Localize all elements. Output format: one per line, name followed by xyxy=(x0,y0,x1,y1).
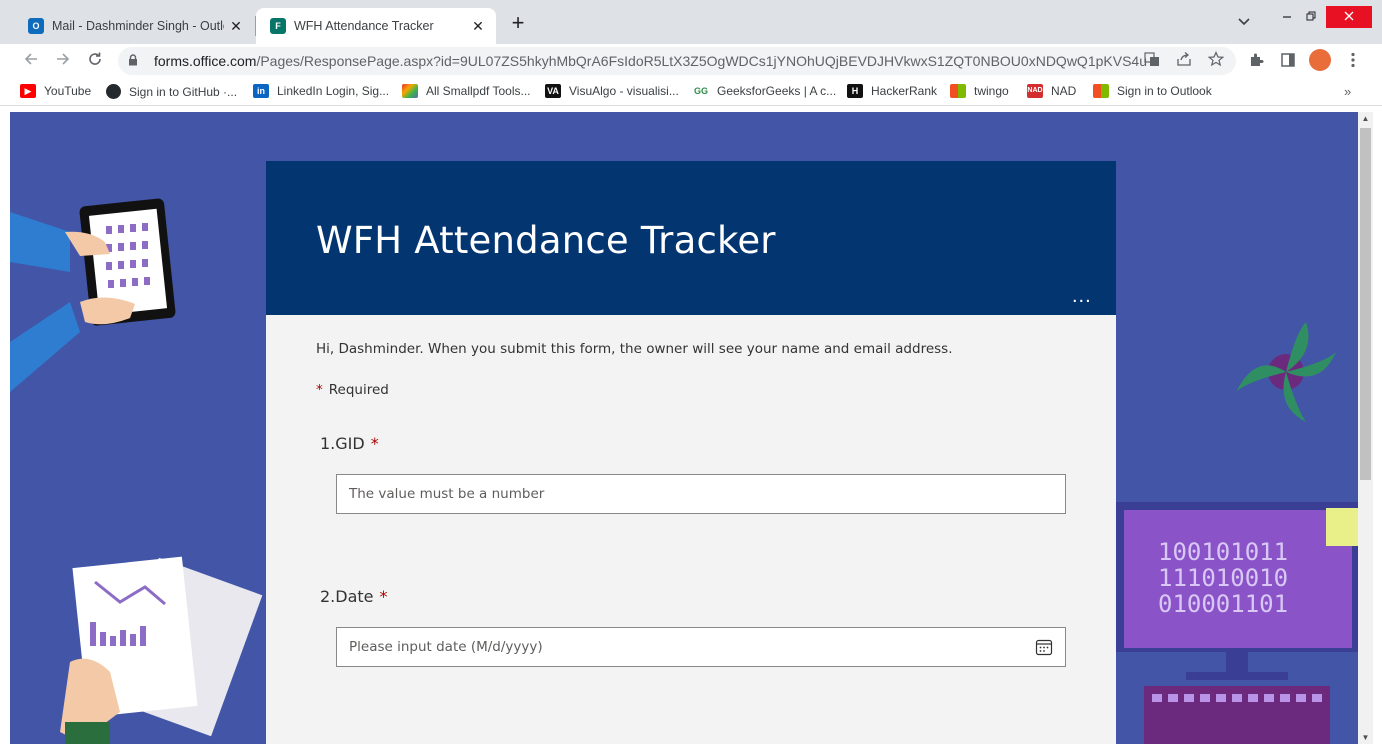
smallpdf-icon xyxy=(402,84,418,98)
bookmark-hackerrank[interactable]: H HackerRank xyxy=(847,84,937,98)
minimize-icon[interactable] xyxy=(1276,6,1298,28)
bookmark-label: LinkedIn Login, Sig... xyxy=(277,84,390,98)
gid-input[interactable]: The value must be a number xyxy=(336,474,1066,514)
nad-icon: NAD xyxy=(1027,84,1043,98)
question-title: GID xyxy=(335,434,365,453)
bookmark-geeksforgeeks[interactable]: GG GeeksforGeeks | A c... xyxy=(693,84,836,98)
svg-text:100101011: 100101011 xyxy=(1158,538,1288,566)
forms-icon: F xyxy=(270,18,286,34)
browser-toolbar: forms.office.com/Pages/ResponsePage.aspx… xyxy=(0,44,1382,78)
new-tab-button[interactable]: + xyxy=(506,12,530,36)
scroll-down-icon[interactable]: ▼ xyxy=(1358,733,1373,742)
required-star: * xyxy=(379,587,388,606)
bookmark-label: GeeksforGeeks | A c... xyxy=(717,84,837,98)
linkedin-icon: in xyxy=(253,84,269,98)
plant-illustration xyxy=(1236,322,1336,422)
bookmark-smallpdf[interactable]: All Smallpdf Tools... xyxy=(402,84,531,98)
calendar-icon[interactable] xyxy=(1035,638,1053,656)
bookmark-youtube[interactable]: ▶ YouTube xyxy=(20,84,91,98)
share-icon[interactable] xyxy=(1175,51,1193,69)
required-label: Required xyxy=(328,382,389,398)
microsoft-icon xyxy=(1093,84,1109,98)
bookmark-label: Sign in to Outlook xyxy=(1117,84,1212,98)
bookmark-label: twingo xyxy=(974,84,1009,98)
more-options-icon[interactable]: ... xyxy=(1072,285,1092,308)
url-text: forms.office.com/Pages/ResponsePage.aspx… xyxy=(154,53,1147,69)
tab-search-icon[interactable] xyxy=(1238,14,1250,29)
window-edge xyxy=(1373,112,1382,744)
form-header: WFH Attendance Tracker ... xyxy=(266,161,1116,315)
bookmark-label: Sign in to GitHub ·... xyxy=(129,84,238,99)
bookmark-linkedin[interactable]: in LinkedIn Login, Sig... xyxy=(253,84,389,98)
svg-text:010001101: 010001101 xyxy=(1158,590,1288,618)
tab-title: WFH Attendance Tracker xyxy=(294,19,434,33)
menu-kebab-icon[interactable] xyxy=(1343,52,1363,72)
bookmark-label: HackerRank xyxy=(871,84,938,98)
tab-mail[interactable]: O Mail - Dashminder Singh - Outlo ✕ xyxy=(14,8,254,44)
more-bookmarks-icon[interactable]: » xyxy=(1344,84,1351,99)
bookmark-visualgo[interactable]: VA VisuAlgo - visualisi... xyxy=(545,84,679,98)
monitor-illustration: 100101011 111010010 010001101 xyxy=(1116,502,1358,744)
close-window-icon[interactable] xyxy=(1326,6,1372,28)
hackerrank-icon: H xyxy=(847,84,863,98)
required-star: * xyxy=(316,382,323,398)
close-tab-icon[interactable]: ✕ xyxy=(224,18,248,35)
svg-text:111010010: 111010010 xyxy=(1158,564,1288,592)
question-title: Date xyxy=(335,587,374,606)
scrollbar-thumb[interactable] xyxy=(1360,128,1371,480)
extensions-icon[interactable] xyxy=(1246,52,1266,72)
bookmark-label: NAD xyxy=(1051,84,1077,98)
tab-strip: O Mail - Dashminder Singh - Outlo ✕ F WF… xyxy=(0,0,1382,44)
forward-arrow-icon[interactable] xyxy=(52,50,74,72)
tab-wfh-attendance[interactable]: F WFH Attendance Tracker ✕ xyxy=(256,8,496,44)
question-number: 2. xyxy=(320,587,336,606)
tablet-illustration xyxy=(10,198,176,392)
scroll-up-icon[interactable]: ▲ xyxy=(1358,114,1373,123)
form-intro: Hi, Dashminder. When you submit this for… xyxy=(316,341,953,357)
required-note: * Required xyxy=(316,382,389,398)
url-host: forms.office.com xyxy=(154,53,257,69)
bookmark-label: All Smallpdf Tools... xyxy=(426,84,531,98)
bookmark-star-icon[interactable] xyxy=(1207,51,1225,69)
github-icon xyxy=(106,84,121,99)
outlook-icon: O xyxy=(28,18,44,34)
question-number: 1. xyxy=(320,434,336,453)
question-1-label: 1.GID * xyxy=(320,434,385,453)
date-input-placeholder: Please input date (M/d/yyyy) xyxy=(349,639,543,655)
required-star: * xyxy=(370,434,379,453)
close-tab-icon[interactable]: ✕ xyxy=(466,18,490,35)
bookmark-outlook[interactable]: Sign in to Outlook xyxy=(1093,84,1212,98)
question-2-label: 2.Date * xyxy=(320,587,394,606)
geeksforgeeks-icon: GG xyxy=(693,86,708,96)
restore-icon[interactable] xyxy=(1300,6,1322,28)
address-bar[interactable]: forms.office.com/Pages/ResponsePage.aspx… xyxy=(118,47,1236,75)
date-input[interactable]: Please input date (M/d/yyyy) xyxy=(336,627,1066,667)
back-arrow-icon[interactable] xyxy=(20,50,42,72)
form-title: WFH Attendance Tracker xyxy=(316,219,776,262)
bookmark-label: VisuAlgo - visualisi... xyxy=(569,84,679,98)
translate-icon[interactable] xyxy=(1143,51,1161,69)
bookmark-label: YouTube xyxy=(44,84,92,98)
lock-icon xyxy=(128,53,142,69)
forms-page-background: 100101011 111010010 010001101 WFH Attend… xyxy=(10,112,1358,744)
url-path: /Pages/ResponsePage.aspx?id=9UL07ZS5hkyh… xyxy=(256,53,1147,69)
microsoft-icon xyxy=(950,84,966,98)
profile-avatar[interactable] xyxy=(1309,49,1331,71)
bookmark-github[interactable]: Sign in to GitHub ·... xyxy=(106,84,237,99)
page-scrollbar[interactable]: ▲ ▼ xyxy=(1358,112,1373,744)
side-panel-icon[interactable] xyxy=(1278,52,1298,72)
reload-icon[interactable] xyxy=(84,50,106,72)
bookmark-nad[interactable]: NAD NAD xyxy=(1027,84,1076,98)
youtube-icon: ▶ xyxy=(20,84,36,98)
bookmark-twingo[interactable]: twingo xyxy=(950,84,1009,98)
bookmarks-bar: ▶ YouTube Sign in to GitHub ·... in Link… xyxy=(0,78,1382,106)
visualgo-icon: VA xyxy=(545,84,561,98)
tab-title: Mail - Dashminder Singh - Outlo xyxy=(52,19,224,33)
charts-paper-illustration xyxy=(60,556,263,744)
form-card: WFH Attendance Tracker ... Hi, Dashminde… xyxy=(266,161,1116,744)
gid-input-placeholder: The value must be a number xyxy=(349,486,545,502)
